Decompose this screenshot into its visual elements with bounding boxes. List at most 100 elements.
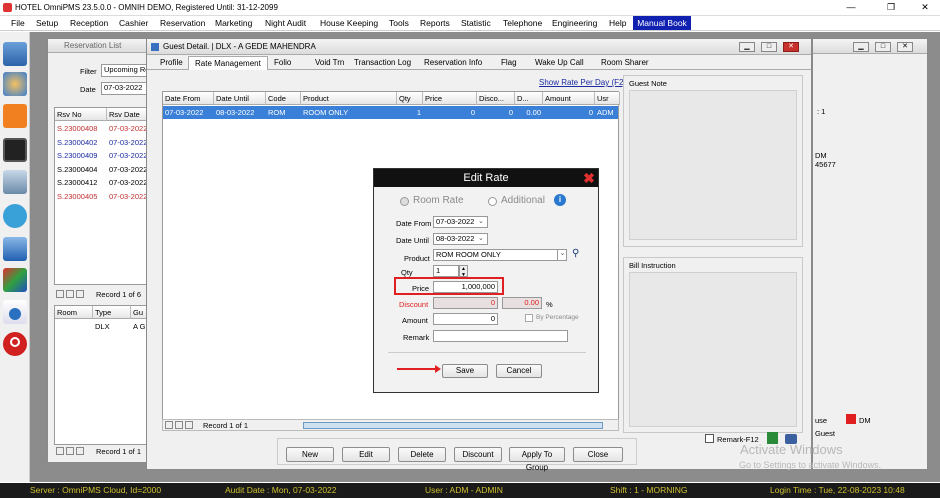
date-from-chevron-icon[interactable]: ⌄ bbox=[478, 217, 484, 225]
menu-marketing[interactable]: Marketing bbox=[215, 18, 252, 28]
price-input[interactable]: 1,000,000 bbox=[433, 281, 498, 293]
rsv-date-cell[interactable]: 07-03-2022 bbox=[107, 122, 147, 135]
col-rsv-no[interactable]: Rsv No bbox=[55, 108, 107, 121]
rate-next-button[interactable] bbox=[185, 421, 193, 429]
close-dialog-button[interactable]: Close bbox=[573, 447, 623, 462]
calendar-icon[interactable] bbox=[3, 138, 27, 162]
booking-icon[interactable] bbox=[3, 204, 27, 228]
col-code[interactable]: Code bbox=[266, 92, 301, 105]
col-room[interactable]: Room bbox=[55, 306, 93, 319]
server-icon[interactable] bbox=[3, 170, 27, 194]
tab-transaction-log[interactable]: Transaction Log bbox=[354, 58, 411, 67]
menu-tools[interactable]: Tools bbox=[389, 18, 409, 28]
menu-engineering[interactable]: Engineering bbox=[552, 18, 597, 28]
save-button[interactable]: Save bbox=[442, 364, 488, 378]
col-product[interactable]: Product bbox=[301, 92, 397, 105]
tab-reservation-info[interactable]: Reservation Info bbox=[424, 58, 482, 67]
col-type[interactable]: Type bbox=[93, 306, 131, 319]
manual-book-button[interactable]: Manual Book bbox=[633, 16, 691, 30]
col-qty[interactable]: Qty bbox=[397, 92, 423, 105]
rate-row-selected[interactable]: 07-03-2022 08-03-2022 ROM ROOM ONLY 1 0 … bbox=[163, 106, 618, 119]
rate-first-button[interactable] bbox=[165, 421, 173, 429]
next-record-button[interactable] bbox=[76, 290, 84, 298]
rsv-date-cell[interactable]: 07-03-2022 bbox=[107, 163, 147, 176]
maximize-button[interactable]: ❐ bbox=[878, 1, 904, 14]
date-until-chevron-icon[interactable]: ⌄ bbox=[478, 234, 484, 242]
amount-input[interactable]: 0 bbox=[433, 313, 498, 325]
rate-prev-button[interactable] bbox=[175, 421, 183, 429]
qty-stepper[interactable]: ▲ ▼ bbox=[459, 265, 468, 278]
tab-profile[interactable]: Profile bbox=[160, 58, 183, 67]
room-prev-button[interactable] bbox=[66, 447, 74, 455]
tab-folio[interactable]: Folio bbox=[274, 58, 291, 67]
tab-rate-management[interactable]: Rate Management bbox=[188, 56, 268, 70]
tab-room-sharer[interactable]: Room Sharer bbox=[601, 58, 649, 67]
rsv-no-cell[interactable]: S.23000405 bbox=[55, 190, 97, 203]
show-rate-per-day-link[interactable]: Show Rate Per Day (F2) bbox=[539, 78, 626, 87]
menu-telephone[interactable]: Telephone bbox=[503, 18, 542, 28]
discount-percent-input[interactable]: 0.00 bbox=[502, 297, 542, 309]
product-dropdown-icon[interactable]: ⌄ bbox=[557, 249, 567, 261]
edit-button[interactable]: Edit bbox=[342, 447, 390, 462]
gd-maximize-button[interactable]: □ bbox=[761, 42, 777, 52]
report-icon[interactable] bbox=[3, 300, 27, 324]
close-button[interactable]: ✕ bbox=[912, 1, 938, 14]
right-maximize-button[interactable]: □ bbox=[875, 42, 891, 52]
menu-reservation[interactable]: Reservation bbox=[160, 18, 205, 28]
gd-minimize-button[interactable]: ▁ bbox=[739, 42, 755, 52]
apply-to-group-button[interactable]: Apply To Group bbox=[509, 447, 565, 472]
by-percentage-checkbox[interactable] bbox=[525, 314, 533, 322]
discount-input[interactable]: 0 bbox=[433, 297, 498, 309]
rsv-no-cell[interactable]: S.23000402 bbox=[55, 136, 97, 149]
rsv-date-cell[interactable]: 07-03-2022 bbox=[107, 176, 147, 189]
menu-cashier[interactable]: Cashier bbox=[119, 18, 148, 28]
menu-reports[interactable]: Reports bbox=[420, 18, 450, 28]
menu-setup[interactable]: Setup bbox=[36, 18, 58, 28]
menu-help[interactable]: Help bbox=[609, 18, 626, 28]
chart-icon[interactable] bbox=[3, 268, 27, 292]
rsv-no-cell[interactable]: S.23000408 bbox=[55, 122, 97, 135]
menu-night-audit[interactable]: Night Audit bbox=[265, 18, 306, 28]
cashier-icon[interactable] bbox=[3, 104, 27, 128]
discount-button[interactable]: Discount bbox=[454, 447, 502, 462]
room-rate-radio[interactable] bbox=[400, 197, 409, 206]
minimize-button[interactable]: — bbox=[838, 1, 864, 14]
menu-reception[interactable]: Reception bbox=[70, 18, 108, 28]
qty-input[interactable]: 1 bbox=[433, 265, 459, 277]
reservation-icon[interactable] bbox=[3, 42, 27, 66]
reservation-grid[interactable]: Rsv No Rsv Date S.23000408 07-03-2022 S.23… bbox=[54, 107, 159, 285]
info-icon[interactable]: i bbox=[554, 194, 566, 206]
trash-icon[interactable] bbox=[3, 237, 27, 261]
power-icon[interactable] bbox=[3, 332, 27, 356]
rsv-date-cell[interactable]: 07-03-2022 bbox=[107, 190, 147, 203]
additional-radio[interactable] bbox=[488, 197, 497, 206]
tab-flag[interactable]: Flag bbox=[501, 58, 517, 67]
delete-button[interactable]: Delete bbox=[398, 447, 446, 462]
rsv-date-cell[interactable]: 07-03-2022 bbox=[107, 136, 147, 149]
col-amount[interactable]: Amount bbox=[543, 92, 595, 105]
rsv-no-cell[interactable]: S.23000412 bbox=[55, 176, 97, 189]
prev-record-button[interactable] bbox=[66, 290, 74, 298]
menu-file[interactable]: File bbox=[11, 18, 25, 28]
tab-wake-up-call[interactable]: Wake Up Call bbox=[535, 58, 584, 67]
product-search-icon[interactable]: ⚲ bbox=[572, 248, 584, 260]
col-discount[interactable]: Disco... bbox=[477, 92, 515, 105]
rsv-date-cell[interactable]: 07-03-2022 bbox=[107, 149, 147, 162]
menu-house-keeping[interactable]: House Keeping bbox=[320, 18, 378, 28]
room-first-button[interactable] bbox=[56, 447, 64, 455]
right-minimize-button[interactable]: ▁ bbox=[853, 42, 869, 52]
horizontal-scrollbar[interactable] bbox=[303, 422, 603, 429]
product-select[interactable]: ROM ROOM ONLY bbox=[433, 249, 567, 261]
room-grid[interactable]: Room Type Gu DLX A Gl bbox=[54, 305, 159, 445]
new-button[interactable]: New bbox=[286, 447, 334, 462]
room-next-button[interactable] bbox=[76, 447, 84, 455]
col-disc-pct[interactable]: D... bbox=[515, 92, 543, 105]
col-usr[interactable]: Usr bbox=[595, 92, 620, 105]
remark-input[interactable] bbox=[433, 330, 568, 342]
first-record-button[interactable] bbox=[56, 290, 64, 298]
rsv-no-cell[interactable]: S.23000404 bbox=[55, 163, 97, 176]
col-date-from[interactable]: Date From bbox=[163, 92, 214, 105]
cancel-button[interactable]: Cancel bbox=[496, 364, 542, 378]
rsv-no-cell[interactable]: S.23000409 bbox=[55, 149, 97, 162]
guests-icon[interactable] bbox=[3, 72, 27, 96]
